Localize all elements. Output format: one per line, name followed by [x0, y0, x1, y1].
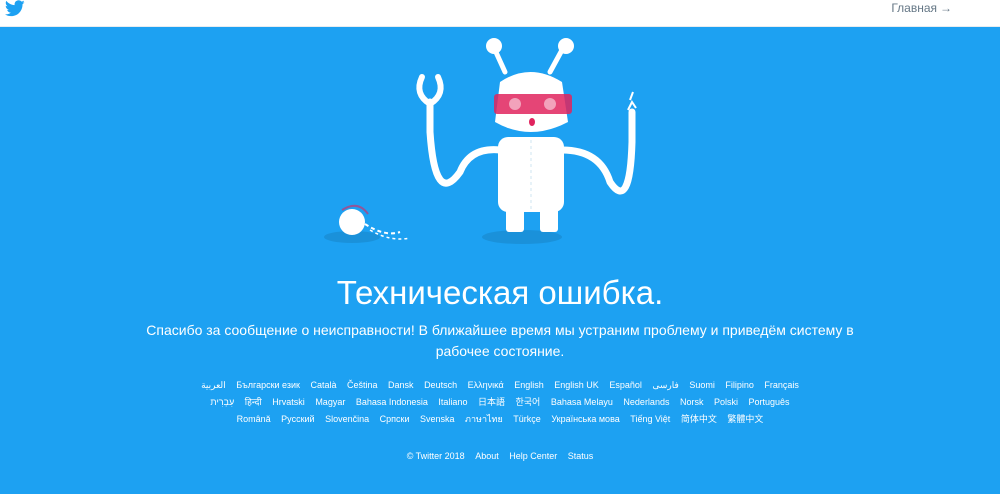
language-link[interactable]: Slovenčina [325, 414, 369, 424]
language-list: العربية Български език Català Čeština Da… [190, 377, 810, 428]
home-link-label: Главная [891, 1, 937, 15]
broken-robot-icon [324, 38, 637, 244]
language-link[interactable]: English [514, 380, 544, 390]
language-link[interactable]: Bahasa Indonesia [356, 397, 428, 407]
language-link[interactable]: English UK [554, 380, 599, 390]
language-link[interactable]: فارسی [652, 380, 678, 390]
language-link[interactable]: Polski [714, 397, 738, 407]
copyright: © Twitter 2018 [406, 451, 465, 461]
language-link[interactable]: Français [764, 380, 799, 390]
language-link[interactable]: Русский [281, 414, 314, 424]
language-link[interactable]: עִבְרִית [210, 397, 234, 407]
language-link[interactable]: हिन्दी [245, 397, 262, 407]
language-link[interactable]: Română [237, 414, 271, 424]
help-center-link[interactable]: Help Center [509, 451, 557, 461]
language-link[interactable]: Ελληνικά [468, 380, 504, 390]
language-link[interactable]: Български език [236, 380, 300, 390]
language-link[interactable]: Português [749, 397, 790, 407]
language-link[interactable]: Nederlands [623, 397, 669, 407]
language-link[interactable]: Čeština [347, 380, 378, 390]
error-headline: Техническая ошибка. [336, 274, 664, 311]
language-link[interactable]: Dansk [388, 380, 414, 390]
language-link[interactable]: Tiếng Việt [630, 414, 670, 424]
home-link[interactable]: Главная → [891, 1, 952, 15]
top-bar: Главная → [0, 0, 1000, 27]
language-link[interactable]: Українська мова [551, 414, 619, 424]
language-link[interactable]: Српски [380, 414, 410, 424]
language-link[interactable]: العربية [201, 380, 226, 390]
about-link[interactable]: About [475, 451, 499, 461]
language-link[interactable]: Suomi [689, 380, 715, 390]
language-link[interactable]: 한국어 [516, 397, 541, 407]
status-link[interactable]: Status [568, 451, 594, 461]
error-message: Спасибо за сообщение о неисправности! В … [146, 322, 854, 359]
language-link[interactable]: 简体中文 [681, 414, 717, 424]
language-link[interactable]: Türkçe [513, 414, 541, 424]
language-link[interactable]: Bahasa Melayu [551, 397, 613, 407]
language-link[interactable]: Deutsch [424, 380, 457, 390]
language-link[interactable]: Filipino [725, 380, 754, 390]
language-link[interactable]: Svenska [420, 414, 455, 424]
footer: © Twitter 2018 About Help Center Status [0, 451, 1000, 461]
language-link[interactable]: Español [609, 380, 642, 390]
language-link[interactable]: 日本語 [478, 397, 505, 407]
error-page: Техническая ошибка. Спасибо за сообщение… [0, 27, 1000, 494]
language-link[interactable]: Norsk [680, 397, 704, 407]
language-link[interactable]: Magyar [315, 397, 345, 407]
arrow-right-icon: → [940, 1, 952, 15]
language-link[interactable]: Italiano [438, 397, 467, 407]
language-link[interactable]: 繁體中文 [727, 414, 763, 424]
twitter-bird-icon[interactable] [5, 0, 25, 17]
language-link[interactable]: ภาษาไทย [465, 414, 503, 424]
language-link[interactable]: Català [310, 380, 336, 390]
language-link[interactable]: Hrvatski [272, 397, 305, 407]
